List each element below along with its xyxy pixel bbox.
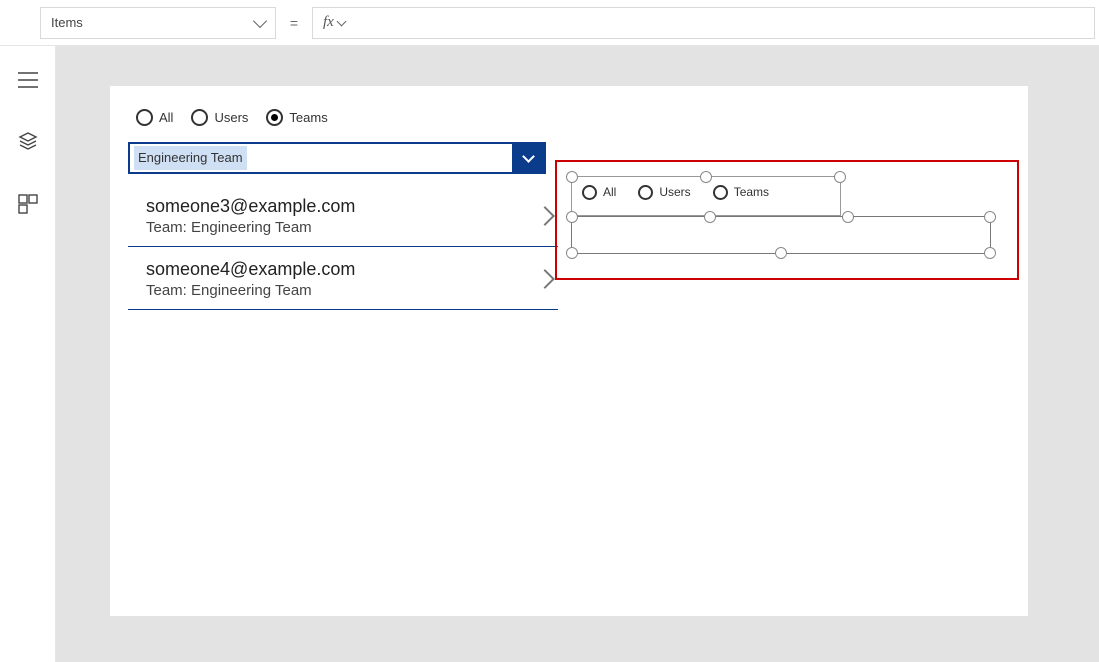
design-radio-control[interactable]: All Users Teams [571,176,841,216]
left-rail [0,46,56,662]
design-dropdown-control[interactable] [571,216,991,254]
radio-icon [191,109,208,126]
design-radio-users[interactable]: Users [638,185,690,200]
dropdown-value: Engineering Team [134,146,247,170]
design-radio-users-label: Users [659,185,690,199]
formula-bar: Items = fx [0,0,1099,46]
radio-users[interactable]: Users [191,109,248,126]
team-dropdown[interactable]: Engineering Team [128,142,546,174]
list-item-secondary: Team: Engineering Team [146,219,355,236]
design-radio-teams[interactable]: Teams [713,185,769,200]
layers-icon[interactable] [18,131,38,154]
canvas-wrapper: All Users Teams Engineering Team [56,46,1099,662]
fx-icon: fx [323,14,345,31]
main-area: All Users Teams Engineering Team [0,46,1099,662]
resize-handle[interactable] [566,171,578,183]
dropdown-button[interactable] [512,144,544,172]
radio-icon [136,109,153,126]
resize-handle[interactable] [566,211,578,223]
filter-radio-group: All Users Teams [128,102,1010,132]
resize-handle[interactable] [566,247,578,259]
design-radio-teams-label: Teams [734,185,769,199]
resize-handle[interactable] [775,247,787,259]
property-select[interactable]: Items [40,7,276,39]
radio-teams-label: Teams [289,110,327,125]
radio-all-label: All [159,110,173,125]
radio-icon [582,185,597,200]
list-item[interactable]: someone4@example.com Team: Engineering T… [128,247,558,310]
formula-input[interactable]: fx [312,7,1095,39]
list-item-primary: someone3@example.com [146,196,355,217]
chevron-right-icon [535,269,555,289]
chevron-down-icon [522,150,535,163]
resize-handle[interactable] [704,211,716,223]
selection-highlight: All Users Teams [555,160,1019,280]
radio-teams[interactable]: Teams [266,109,327,126]
radio-users-label: Users [214,110,248,125]
radio-icon [638,185,653,200]
chevron-right-icon [535,206,555,226]
insert-icon[interactable] [18,194,38,217]
chevron-down-icon [336,16,346,26]
resize-handle[interactable] [700,171,712,183]
hamburger-icon[interactable] [18,72,38,91]
design-radio-all-label: All [603,185,616,199]
radio-all[interactable]: All [136,109,173,126]
radio-icon [266,109,283,126]
resize-handle[interactable] [834,171,846,183]
chevron-down-icon [253,14,267,28]
resize-handle[interactable] [984,247,996,259]
list-item[interactable]: someone3@example.com Team: Engineering T… [128,184,558,247]
resize-handle[interactable] [984,211,996,223]
list-item-primary: someone4@example.com [146,259,355,280]
app-canvas[interactable]: All Users Teams Engineering Team [110,86,1028,616]
radio-icon [713,185,728,200]
design-radio-all[interactable]: All [582,185,616,200]
equals-label: = [276,15,312,31]
property-name: Items [51,15,83,30]
results-list: someone3@example.com Team: Engineering T… [128,184,558,310]
list-item-secondary: Team: Engineering Team [146,282,355,299]
resize-handle[interactable] [842,211,854,223]
